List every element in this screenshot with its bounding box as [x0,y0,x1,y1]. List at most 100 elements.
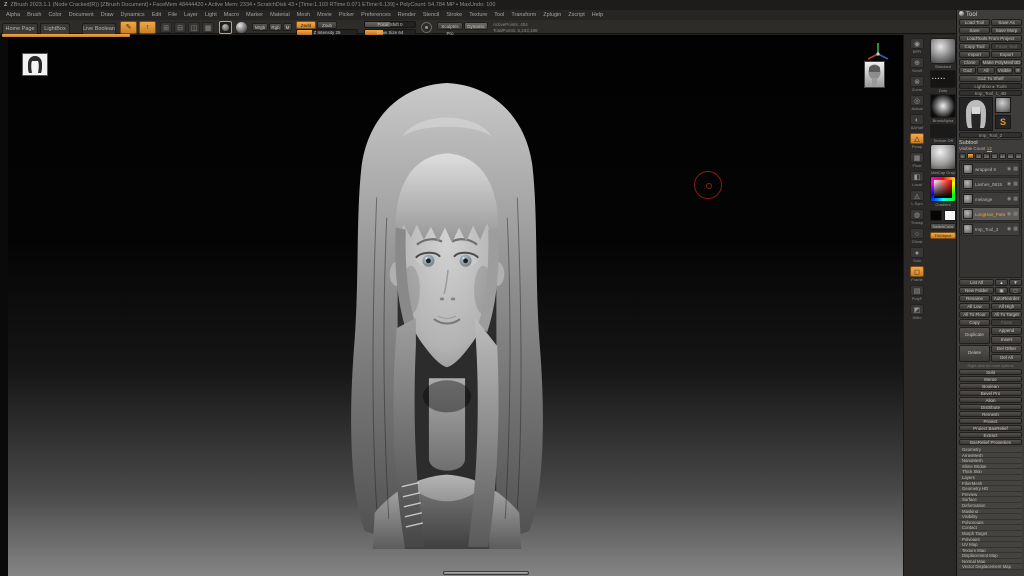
texture-picker[interactable] [930,124,956,138]
subtool-section-header[interactable]: Subtool [959,139,1022,146]
nav-toggle[interactable]: ◍ Transp [906,209,928,228]
subtool-brush-icon[interactable]: ▦ [1013,226,1018,232]
nav-toggle[interactable]: ◧ Local [906,171,928,190]
lightbox-tools-strip[interactable]: Lightbox ▸ Tools [959,83,1022,89]
folder-add-icon[interactable]: ▣ [995,287,1008,294]
menu-item[interactable]: File [168,12,177,18]
save-morp-button[interactable]: Save Morp [991,27,1022,34]
menu-item[interactable]: Zplugin [543,12,561,18]
export-shelf-button[interactable]: ↑ [139,21,156,34]
nav-toggle[interactable]: ○ Ghost [906,228,928,247]
subtool-row[interactable]: wrapped 8 ◉ ▦ [961,162,1020,176]
menu-item[interactable]: Material [270,12,290,18]
copy-subtool-button[interactable]: Copy [959,319,990,326]
document-area[interactable] [8,35,903,576]
goz-to-shelf-button[interactable]: GoZ To Shelf [959,75,1022,82]
menu-item[interactable]: Document [69,12,94,18]
subtool-row[interactable]: LongHair_Pattern ◉ ▦ [961,207,1020,221]
menu-item[interactable]: Texture [469,12,487,18]
focal-shift-slider[interactable]: Focal Shift 0 [364,21,416,28]
edit-mode-button[interactable]: ✎ [120,21,137,34]
switch-color-button[interactable]: SwitchColor [930,223,956,230]
append-button[interactable]: Append [991,327,1022,335]
color-picker[interactable] [930,176,956,202]
subpalette-header[interactable]: Vector Displacement Map [959,564,1022,570]
del-all-button[interactable]: Del All [991,354,1022,362]
eye-icon[interactable]: ◉ [1007,181,1011,187]
menu-item[interactable]: Stencil [423,12,440,18]
menu-item[interactable]: Edit [152,12,161,18]
subtool-brush-icon[interactable]: ▦ [1013,211,1018,217]
menu-item[interactable]: Layer [184,12,198,18]
menu-item[interactable]: Tool [494,12,504,18]
subtool-op-button[interactable]: Distribute [959,404,1022,410]
new-folder-button[interactable]: New Folder [959,287,994,294]
nav-toggle[interactable]: ● Solo [906,247,928,266]
subtool-op-button[interactable]: Align [959,397,1022,403]
tab-lightbox[interactable]: LightBox [40,23,70,34]
rotate-icon[interactable]: ▦ [202,22,214,33]
save-as-button[interactable]: Save As [991,19,1022,26]
make-polymesh3d-button[interactable]: Make PolyMesh3D [981,59,1022,66]
delete-button[interactable]: Delete [959,345,990,362]
subtool-row[interactable]: Lashes_0815 ◉ ▦ [961,177,1020,191]
clone-button[interactable]: Clone [959,59,980,66]
auto-reorder-button[interactable]: AutoReorder [991,295,1022,302]
nav-toggle[interactable]: ⊗ Zoom [906,76,928,95]
rename-button[interactable]: Rename [959,295,990,302]
folder-remove-icon[interactable]: ▢ [1009,287,1022,294]
eye-icon[interactable]: ◉ [1007,196,1011,202]
subtool-thumbnail[interactable] [963,224,973,234]
tab-live-boolean[interactable]: Live Boolean [82,23,116,34]
sculpt-model[interactable] [306,77,588,549]
sculptris-pro-button[interactable]: Sculptris Pro [437,22,463,30]
document-scrollbar[interactable] [443,571,529,575]
stroke-picker[interactable] [930,70,956,88]
subtool-op-button[interactable]: Project [959,418,1022,424]
draw-pointer-icon[interactable]: ⊞ [160,22,172,33]
main-color-swatch[interactable] [930,210,942,221]
menu-item[interactable]: Movie [317,12,332,18]
eye-icon[interactable]: ◉ [1007,226,1011,232]
saturation-square[interactable] [934,180,952,198]
insert-button[interactable]: Insert [991,336,1022,344]
count-button[interactable]: 12 [967,153,974,159]
lightbox-divider-handle[interactable] [2,34,130,37]
zscript-s-icon[interactable]: S [995,115,1011,129]
fill-object-button[interactable]: FillObject [930,232,956,239]
dynamic-button[interactable]: Dynamic [464,22,488,30]
all-high-button[interactable]: All High [991,303,1022,310]
menu-item[interactable]: Zscript [568,12,585,18]
document-canvas[interactable] [0,35,903,576]
tool-palette-header[interactable]: Tool [959,11,1022,19]
simple-brush-thumbnail[interactable] [995,97,1011,113]
subtool-thumbnail[interactable] [963,179,973,189]
subtool-list[interactable]: wrapped 8 ◉ ▦ Lashes_0815 ◉ ▦ melange ◉ … [959,160,1022,278]
all-to-floor-button[interactable]: All To Floor [959,311,990,318]
subtool-row[interactable]: melange ◉ ▦ [961,192,1020,206]
move-up-button[interactable]: ▲ [995,279,1008,286]
count-button[interactable]: All [1015,153,1022,159]
goz-visible-button[interactable]: Visible [996,67,1013,74]
nav-toggle[interactable]: ◎ Actual [906,95,928,114]
nav-toggle[interactable]: ◉ BPR [906,38,928,57]
subtool-thumbnail[interactable] [963,209,973,219]
move-icon[interactable]: ⊟ [174,22,186,33]
menu-item[interactable]: Macro [224,12,239,18]
subtool-op-button[interactable]: Extract [959,432,1022,438]
menu-item[interactable]: Brush [27,12,41,18]
subtool-op-button[interactable]: Project BasRelief [959,425,1022,431]
zsub-button[interactable]: Zsub [317,21,337,29]
all-to-target-button[interactable]: All To Target [991,311,1022,318]
subtool-row[interactable]: Imp_Tool_3 ◉ ▦ [961,222,1020,236]
menu-item[interactable]: Marker [246,12,263,18]
nav-toggle[interactable]: △ Persp [906,133,928,152]
nav-toggle[interactable]: ▦ Floor [906,152,928,171]
mrgb-button[interactable]: Mrgb [252,23,268,31]
menu-item[interactable]: Dynamics [121,12,145,18]
subtool-brush-icon[interactable]: ▦ [1013,181,1018,187]
duplicate-button[interactable]: Duplicate [959,327,990,344]
menu-item[interactable]: Help [592,12,603,18]
load-tools-from-project-button[interactable]: LoadTools From Project [959,35,1022,42]
paste-subtool-button[interactable]: Paste [991,319,1022,326]
